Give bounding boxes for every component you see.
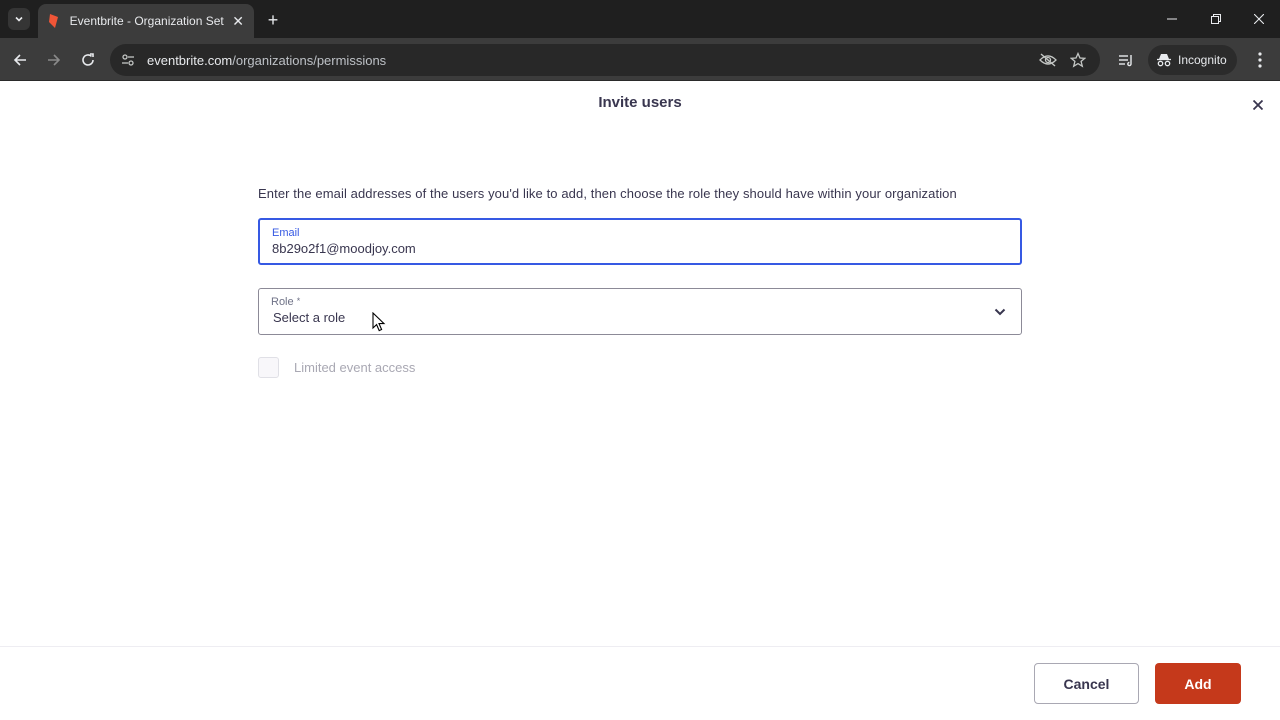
incognito-label: Incognito [1178,53,1227,67]
email-field[interactable]: Email [258,218,1022,265]
eventbrite-favicon-icon [46,13,62,29]
required-mark: * [296,296,301,306]
reading-list-icon[interactable] [1112,46,1140,74]
bookmark-star-icon[interactable] [1064,46,1092,74]
restore-window-button[interactable] [1194,4,1238,34]
reload-button[interactable] [74,46,102,74]
incognito-icon [1156,53,1172,67]
eye-slash-icon[interactable] [1034,46,1062,74]
url-path: /organizations/permissions [232,52,387,68]
chevron-down-icon [15,16,23,22]
browser-tab-active[interactable]: Eventbrite - Organization Settings ✕ [38,4,254,38]
browser-toolbar: eventbrite.com/organizations/permissions… [0,38,1280,81]
cancel-button[interactable]: Cancel [1034,663,1139,704]
email-label: Email [272,227,300,239]
limited-event-access-label: Limited event access [294,360,416,375]
site-info-icon[interactable] [114,46,142,74]
url-domain: eventbrite.com [147,52,233,68]
reload-icon [82,53,94,66]
close-modal-button[interactable] [1248,95,1268,115]
role-label: Role * [271,296,300,308]
browser-tabstrip: Eventbrite - Organization Settings ✕ + [0,0,1280,38]
address-bar[interactable]: eventbrite.com/organizations/permissions [110,44,1100,76]
limited-event-access-option[interactable]: Limited event access [258,357,415,378]
forward-button[interactable] [40,46,68,74]
url-text: eventbrite.com/organizations/permissions [147,53,386,68]
chevron-down-icon [993,305,1007,319]
modal-title: Invite users [598,94,682,111]
add-button[interactable]: Add [1155,663,1241,704]
limited-event-access-checkbox[interactable] [258,357,279,378]
back-button[interactable] [6,46,34,74]
close-tab-icon[interactable]: ✕ [230,13,246,29]
new-tab-button[interactable]: + [262,9,284,31]
minimize-window-button[interactable] [1150,4,1194,34]
tab-search-button[interactable] [8,8,30,30]
tab-title: Eventbrite - Organization Settings [69,14,225,28]
mouse-cursor-icon [372,312,386,332]
arrow-left-icon [13,54,26,66]
email-input[interactable] [272,241,972,256]
minimize-icon [1167,18,1177,20]
close-icon [1254,14,1264,24]
arrow-right-icon [48,54,61,66]
role-label-text: Role [271,296,294,308]
close-icon [1253,100,1263,110]
restore-icon [1211,14,1221,24]
modal-footer: Cancel Add [0,646,1280,720]
incognito-badge[interactable]: Incognito [1148,45,1237,75]
close-window-button[interactable] [1237,4,1280,34]
invite-instructions: Enter the email addresses of the users y… [258,186,957,201]
browser-menu-icon[interactable] [1246,46,1274,74]
